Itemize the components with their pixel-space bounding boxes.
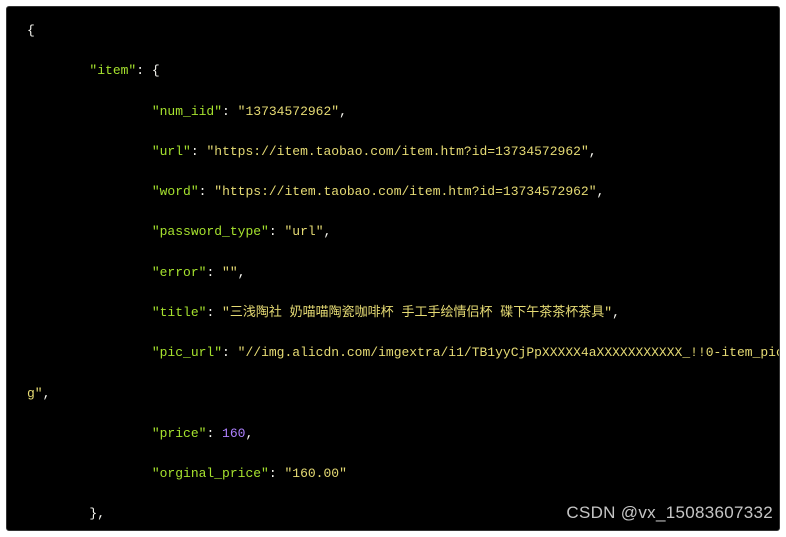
watermark: CSDN @vx_15083607332 [566, 500, 773, 526]
item-word: https://item.taobao.com/item.htm?id=1373… [222, 184, 589, 199]
json-output: { "item": { "num_iid": "13734572962", "u… [7, 21, 779, 531]
item-pic-url: //img.alicdn.com/imgextra/i1/TB1yyCjPpXX… [245, 345, 780, 360]
item-orginal-price: 160.00 [292, 466, 339, 481]
item-title: 三浅陶社 奶喵喵陶瓷咖啡杯 手工手绘情侣杯 碟下午茶茶杯茶具 [230, 305, 604, 320]
code-block: { "item": { "num_iid": "13734572962", "u… [6, 6, 780, 531]
item-url: https://item.taobao.com/item.htm?id=1373… [214, 144, 581, 159]
item-password-type: url [292, 224, 315, 239]
item-price: 160 [222, 426, 245, 441]
item-num-iid: 13734572962 [245, 104, 331, 119]
